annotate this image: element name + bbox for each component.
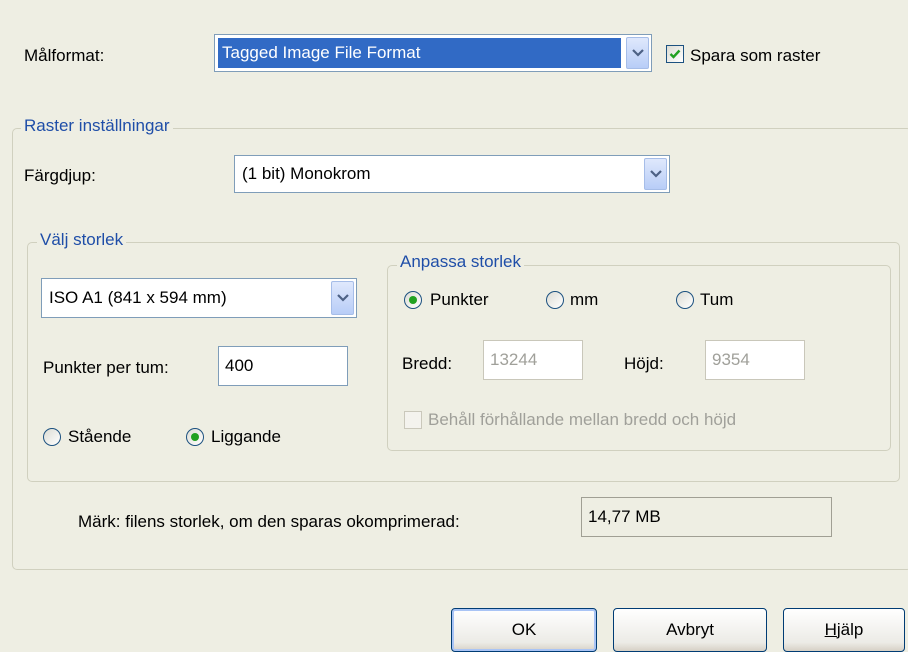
checkmark-icon xyxy=(669,49,681,59)
chevron-down-icon[interactable] xyxy=(331,281,354,315)
chevron-down-icon[interactable] xyxy=(644,158,667,190)
radio-selected-dot xyxy=(191,433,199,441)
unit-points-radio[interactable] xyxy=(404,291,422,309)
landscape-radio[interactable] xyxy=(186,428,204,446)
unit-inch-radio[interactable] xyxy=(676,291,694,309)
color-depth-label: Färgdjup: xyxy=(24,166,96,185)
color-depth-value: (1 bit) Monokrom xyxy=(242,164,371,183)
raster-settings-legend: Raster inställningar xyxy=(21,116,173,136)
help-button-label: Hjälp xyxy=(824,620,864,639)
target-format-dropdown[interactable]: Tagged Image File Format xyxy=(214,34,652,72)
file-size-value: 14,77 MB xyxy=(581,497,832,537)
ok-button[interactable]: OK xyxy=(451,608,597,652)
unit-mm-label: mm xyxy=(570,290,599,309)
target-format-value: Tagged Image File Format xyxy=(218,38,621,68)
color-depth-dropdown[interactable]: (1 bit) Monokrom xyxy=(234,155,670,193)
keep-ratio-label: Behåll förhållande mellan bredd och höjd xyxy=(428,410,737,429)
paper-size-value: ISO A1 (841 x 594 mm) xyxy=(49,288,227,307)
dpi-input[interactable]: 400 xyxy=(218,346,348,386)
cancel-button[interactable]: Avbryt xyxy=(613,608,767,652)
paper-size-dropdown[interactable]: ISO A1 (841 x 594 mm) xyxy=(41,278,357,318)
choose-size-legend: Välj storlek xyxy=(37,230,127,250)
radio-selected-dot xyxy=(409,296,417,304)
chevron-down-icon[interactable] xyxy=(626,37,649,69)
width-label: Bredd: xyxy=(402,354,453,373)
save-as-raster-checkbox[interactable] xyxy=(666,45,684,63)
portrait-radio[interactable] xyxy=(43,428,61,446)
height-input[interactable]: 9354 xyxy=(705,340,805,380)
dpi-label: Punkter per tum: xyxy=(43,358,169,377)
unit-points-label: Punkter xyxy=(430,290,489,309)
landscape-label: Liggande xyxy=(211,427,281,446)
unit-inch-label: Tum xyxy=(700,290,734,309)
portrait-label: Stående xyxy=(68,427,132,446)
adjust-size-legend: Anpassa storlek xyxy=(397,252,524,272)
save-as-raster-label: Spara som raster xyxy=(690,46,821,65)
target-format-label: Målformat: xyxy=(24,46,105,65)
file-size-label: Märk: filens storlek, om den sparas okom… xyxy=(78,512,460,531)
height-label: Höjd: xyxy=(624,354,664,373)
help-button[interactable]: Hjälp xyxy=(783,608,905,652)
keep-ratio-checkbox[interactable] xyxy=(404,411,422,429)
width-input[interactable]: 13244 xyxy=(483,340,583,380)
unit-mm-radio[interactable] xyxy=(546,291,564,309)
